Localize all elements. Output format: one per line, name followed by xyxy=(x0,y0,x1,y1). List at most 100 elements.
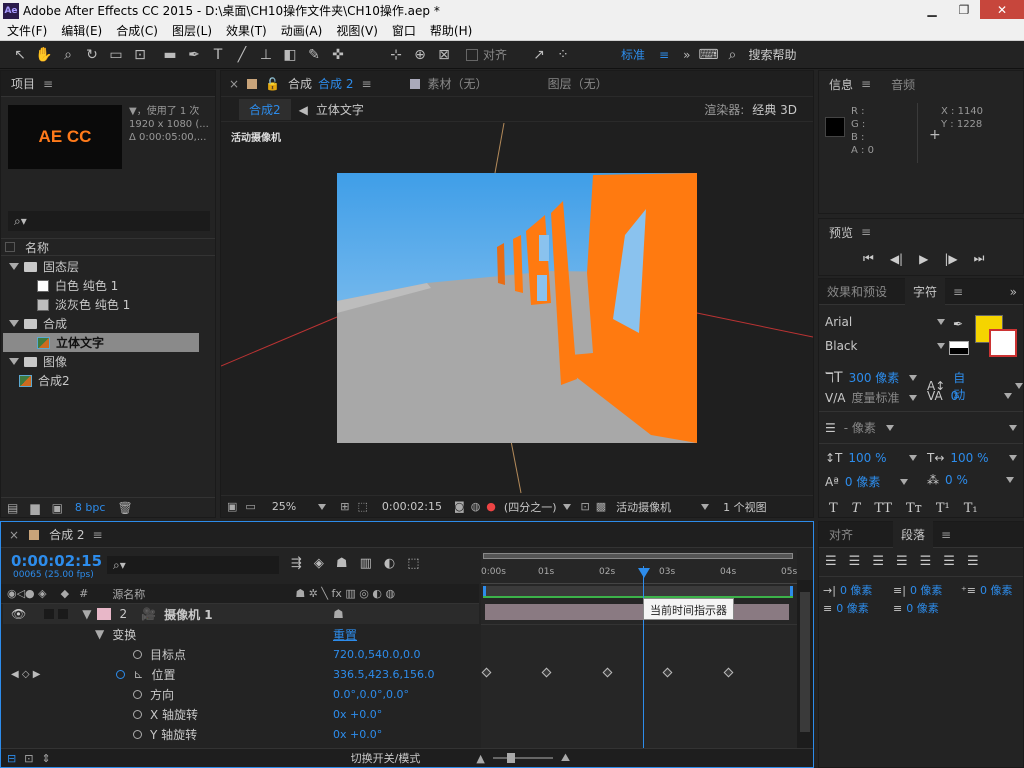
previous-frame-icon[interactable]: ◀| xyxy=(890,252,903,266)
timeline-search[interactable]: ⌕▾ xyxy=(107,556,279,574)
panel-menu-icon[interactable]: ≡ xyxy=(941,528,951,542)
stroke-width-field[interactable]: ☰ - 像素 xyxy=(825,419,894,436)
mask-visibility-icon[interactable]: ⬚ xyxy=(357,500,367,513)
stopwatch-icon[interactable] xyxy=(133,729,142,739)
font-size-field[interactable]: ℸT 300 像素 xyxy=(825,369,918,386)
align-left-icon[interactable]: ☰ xyxy=(825,554,837,569)
graph-icon[interactable]: ⊾ xyxy=(133,667,143,681)
graph-editor-icon[interactable]: ⬚ xyxy=(407,556,419,571)
minimize-button[interactable]: ▁ xyxy=(916,0,948,19)
zoom-tool-icon[interactable]: ⌕ xyxy=(56,44,80,66)
align-right-icon[interactable]: ☰ xyxy=(872,554,884,569)
region-of-interest-icon[interactable]: ⊡ xyxy=(581,500,590,513)
tab-composition-name[interactable]: 合成 2 xyxy=(318,75,353,92)
small-caps-button[interactable]: Tт xyxy=(906,501,922,516)
keyframe[interactable] xyxy=(541,667,552,678)
workspace-menu-icon[interactable]: ≡ xyxy=(659,48,669,62)
renderer-value[interactable]: 经典 3D xyxy=(752,101,797,118)
list-item[interactable]: 图像 xyxy=(3,352,199,371)
source-name-column-header[interactable]: 源名称 xyxy=(112,586,145,602)
snap-features-icon[interactable]: ⁘ xyxy=(551,44,575,66)
zoom-out-icon[interactable]: ▲ xyxy=(476,752,484,765)
font-style-dropdown[interactable]: Black xyxy=(825,339,945,353)
tab-effects-presets[interactable]: 效果和预设 xyxy=(819,283,887,300)
list-item[interactable]: 固态层 xyxy=(3,257,199,276)
clone-stamp-tool-icon[interactable]: ⊥ xyxy=(254,44,278,66)
zoom-slider[interactable] xyxy=(492,753,553,763)
type-tool-icon[interactable]: T xyxy=(206,44,230,66)
layer-name[interactable]: 摄像机 1 xyxy=(164,606,213,623)
property-value[interactable]: 0x +0.0° xyxy=(333,728,382,741)
stopwatch-active-icon[interactable] xyxy=(116,669,126,679)
trash-icon[interactable]: 🗑 xyxy=(117,501,132,515)
reset-link[interactable]: 重置 xyxy=(333,626,357,643)
viewer-timecode[interactable]: 0:00:02:15 xyxy=(382,500,442,513)
workspace-more-icon[interactable]: » xyxy=(683,48,690,62)
stroke-color-swatch[interactable] xyxy=(989,329,1017,357)
property-value[interactable]: 0.0°,0.0°,0.0° xyxy=(333,688,409,701)
zoom-in-icon[interactable]: ⛰ xyxy=(561,751,570,765)
tab-footage[interactable]: 素材（无） xyxy=(428,75,488,92)
tab-info[interactable]: 信息 xyxy=(829,76,853,93)
tab-audio[interactable]: 音频 xyxy=(891,76,915,93)
keyframe[interactable] xyxy=(662,667,673,678)
stopwatch-icon[interactable] xyxy=(133,709,142,719)
bit-depth-button[interactable]: 8 bpc xyxy=(75,501,106,514)
transform-group-row[interactable]: ▼ 变换 重置 xyxy=(3,624,479,644)
font-family-dropdown[interactable]: Arial xyxy=(825,315,945,329)
stopwatch-icon[interactable] xyxy=(133,689,142,699)
property-row[interactable]: Y 轴旋转 0x +0.0° xyxy=(3,724,479,744)
pen-tool-icon[interactable]: ✒ xyxy=(182,44,206,66)
keyframe[interactable] xyxy=(481,667,492,678)
channels-icon[interactable]: ● xyxy=(486,500,496,513)
tab-layer[interactable]: 图层（无） xyxy=(548,75,608,92)
property-row[interactable]: 方向 0.0°,0.0°,0.0° xyxy=(3,684,479,704)
new-composition-icon[interactable]: ▣ xyxy=(52,501,63,515)
default-colors-icon[interactable] xyxy=(949,341,969,355)
pan-behind-tool-icon[interactable]: ⊡ xyxy=(128,44,152,66)
space-after-field[interactable]: ≡ 0 像素 xyxy=(893,600,939,616)
snap-edge-icon[interactable]: ↗ xyxy=(527,44,551,66)
play-icon[interactable]: ▶ xyxy=(919,252,928,266)
close-button[interactable]: ✕ xyxy=(980,0,1024,19)
next-frame-icon[interactable]: |▶ xyxy=(944,252,957,266)
time-navigator[interactable] xyxy=(483,553,793,559)
align-center-icon[interactable]: ☰ xyxy=(849,554,861,569)
justify-last-left-icon[interactable]: ☰ xyxy=(896,554,908,569)
first-frame-icon[interactable]: ⏮ xyxy=(863,251,874,266)
rectangle-tool-icon[interactable]: ▬ xyxy=(158,44,182,66)
space-before-field[interactable]: ≡ 0 像素 xyxy=(823,600,869,616)
breadcrumb-comp2[interactable]: 合成2 xyxy=(239,99,291,120)
last-frame-icon[interactable]: ⏭ xyxy=(974,251,985,266)
menu-edit[interactable]: 编辑(E) xyxy=(54,22,109,39)
timeline-scrollbar[interactable] xyxy=(797,580,813,750)
faux-bold-button[interactable]: T xyxy=(829,501,838,516)
menu-composition[interactable]: 合成(C) xyxy=(109,22,165,39)
panel-menu-icon[interactable]: ≡ xyxy=(43,77,53,91)
panel-menu-icon[interactable]: ≡ xyxy=(861,77,871,91)
tab-composition[interactable]: 合成 xyxy=(288,75,312,92)
panel-menu-icon[interactable]: ≡ xyxy=(93,528,103,542)
maximize-button[interactable]: ❐ xyxy=(948,0,980,19)
safe-zones-icon[interactable]: ⊞ xyxy=(340,500,349,513)
view-axis-icon[interactable]: ⊠ xyxy=(432,44,456,66)
vertical-scale-field[interactable]: ↕T 100 % xyxy=(825,451,917,465)
horizontal-scale-field[interactable]: T↔ 100 % xyxy=(927,451,1017,465)
transparency-grid-icon[interactable]: ▩ xyxy=(596,500,606,513)
project-tab[interactable]: 项目 ≡ xyxy=(1,71,215,97)
indent-first-field[interactable]: ⁺≡ 0 像素 xyxy=(961,582,1013,598)
frame-blending-icon[interactable]: ▥ xyxy=(360,556,372,571)
shy-switch-icon[interactable]: ☗ xyxy=(333,607,344,621)
breadcrumb-text3d[interactable]: 立体文字 xyxy=(316,101,364,118)
world-axis-icon[interactable]: ⊕ xyxy=(408,44,432,66)
menu-window[interactable]: 窗口 xyxy=(385,22,423,39)
puppet-pin-tool-icon[interactable]: ✜ xyxy=(326,44,350,66)
draft-3d-icon[interactable]: ◈ xyxy=(314,556,324,571)
tab-character[interactable]: 字符 xyxy=(905,278,946,305)
panel-menu-icon[interactable]: ≡ xyxy=(361,77,371,91)
tab-paragraph[interactable]: 段落 xyxy=(893,521,934,548)
menu-effect[interactable]: 效果(T) xyxy=(219,22,274,39)
all-caps-button[interactable]: TT xyxy=(874,501,892,516)
tsume-field[interactable]: ⁂ 0 % xyxy=(927,473,1014,487)
new-folder-icon[interactable]: ▆ xyxy=(30,501,39,515)
